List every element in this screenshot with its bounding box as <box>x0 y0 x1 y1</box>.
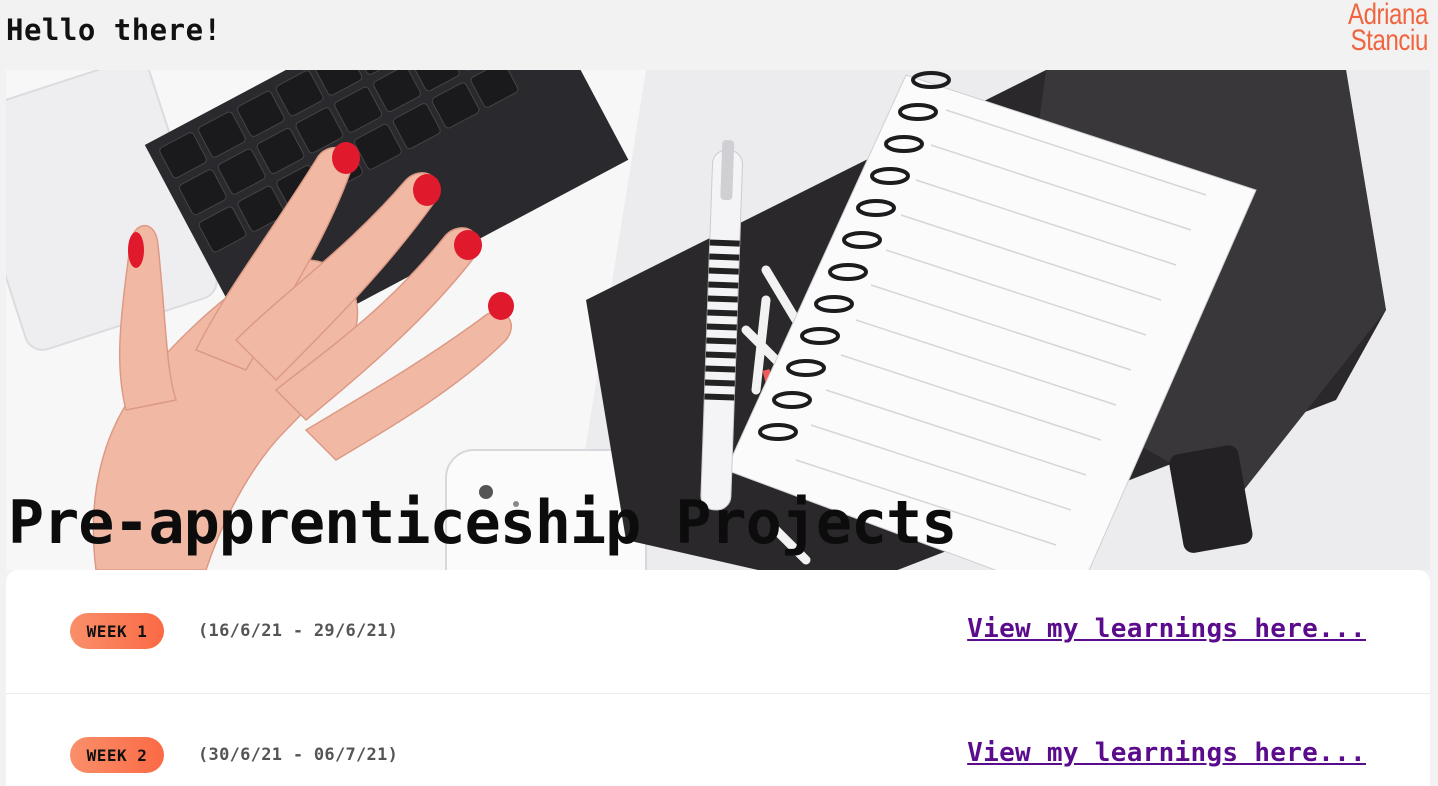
view-learnings-link[interactable]: View my learnings here... <box>967 614 1366 644</box>
page: Hello there! Adriana Stanciu Pre-apprent… <box>0 0 1438 786</box>
week-dates: (16/6/21 - 29/6/21) <box>198 621 399 641</box>
logo-line-last: Stanciu <box>1350 24 1429 57</box>
week-badge: WEEK 1 <box>70 613 164 649</box>
greeting-heading: Hello there! <box>6 13 222 47</box>
header: Hello there! Adriana Stanciu <box>0 0 1438 70</box>
logo[interactable]: Adriana Stanciu <box>1348 0 1429 57</box>
page-title: Pre-apprenticeship Projects <box>8 488 957 558</box>
week-badge: WEEK 2 <box>70 737 164 773</box>
week-dates: (30/6/21 - 06/7/21) <box>198 745 399 765</box>
weeks-list: WEEK 1 (16/6/21 - 29/6/21) View my learn… <box>6 570 1430 786</box>
week-row: WEEK 1 (16/6/21 - 29/6/21) View my learn… <box>6 570 1430 694</box>
week-row: WEEK 2 (30/6/21 - 06/7/21) View my learn… <box>6 694 1430 786</box>
hero-banner: Pre-apprenticeship Projects <box>6 70 1430 570</box>
view-learnings-link[interactable]: View my learnings here... <box>967 738 1366 768</box>
